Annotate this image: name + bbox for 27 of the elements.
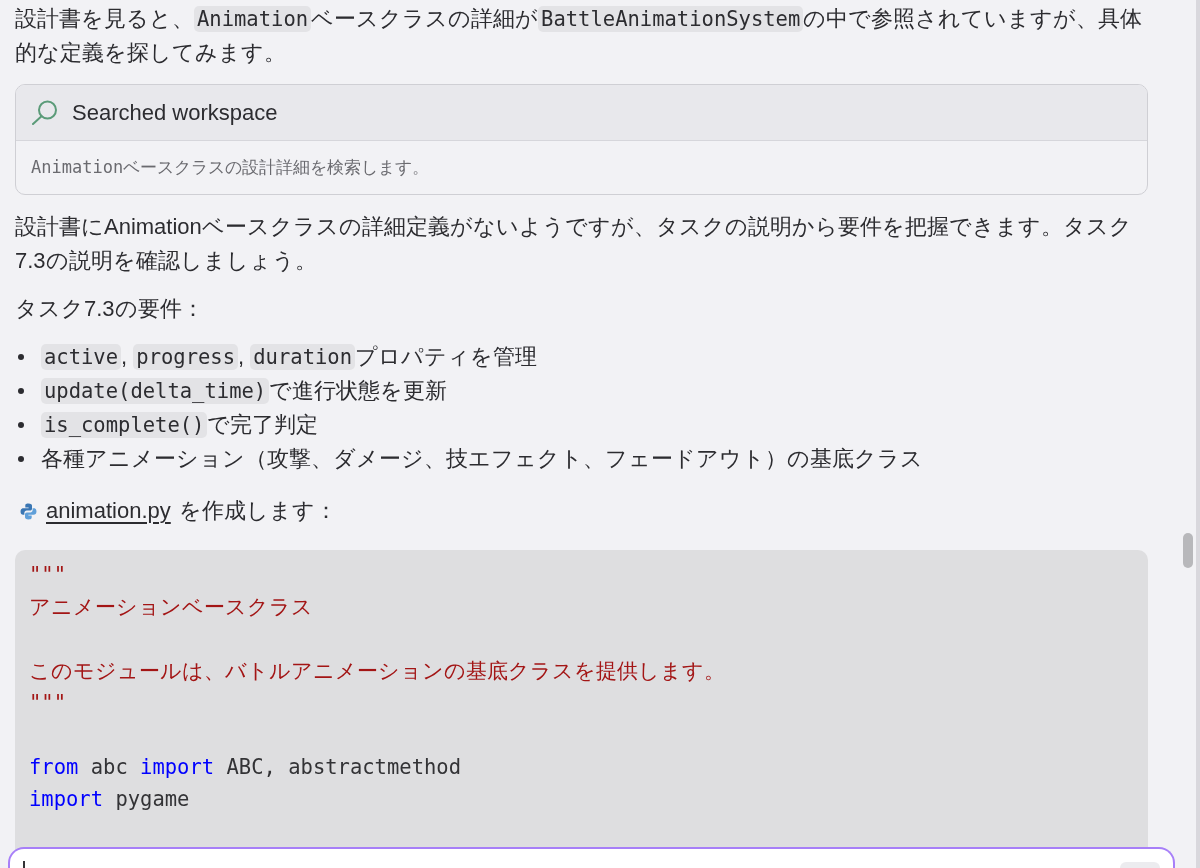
file-action-text: を作成します： xyxy=(178,497,337,525)
code-line: このモジュールは、バトルアニメーションの基底クラスを提供します。 xyxy=(29,658,726,685)
python-icon xyxy=(20,502,37,520)
code-line: import pygame xyxy=(29,786,191,813)
list-item: update(delta_time)で進行状態を更新 xyxy=(41,374,448,408)
tool-card-title: Searched workspace xyxy=(72,99,278,126)
tool-card-detail: Animationベースクラスの設計詳細を検索します。 xyxy=(30,156,431,179)
code-line: アニメーションベースクラス xyxy=(29,594,314,621)
paragraph: 設計書にAnimationベースクラスの詳細定義がないようですが、タスクの説明から要件を把握できます。タスク7.3の説明を確認しましょう。 xyxy=(15,213,1133,275)
tool-card-header[interactable]: Searched workspace xyxy=(16,85,1147,141)
code-line: """ xyxy=(29,562,68,589)
bullet-icon xyxy=(18,354,24,360)
message-input[interactable] xyxy=(8,847,1175,868)
paragraph: タスク7.3の要件： xyxy=(15,295,205,323)
bullet-icon xyxy=(18,422,24,428)
scrollbar-thumb[interactable] xyxy=(1183,533,1193,568)
list-item: 各種アニメーション（攻撃、ダメージ、技エフェクト、フェードアウト）の基底クラス xyxy=(41,445,923,473)
list-item: active, progress, duration プロパティを管理 xyxy=(41,340,538,374)
file-link[interactable]: animation.py xyxy=(46,498,171,524)
text-caret xyxy=(23,861,25,868)
paragraph: 設計書を見ると、Animationベースクラスの詳細が BattleAnimationSystemの中で参照されていますが、具体的な定義を探してみます。 xyxy=(15,5,1144,67)
code-line: """ xyxy=(29,690,68,717)
bullet-icon xyxy=(18,456,24,462)
bullet-icon xyxy=(18,388,24,394)
search-icon xyxy=(31,100,58,125)
list-item: is_complete()で完了判定 xyxy=(41,408,319,442)
code-line: from abc import ABC, abstractmethod xyxy=(29,754,462,781)
